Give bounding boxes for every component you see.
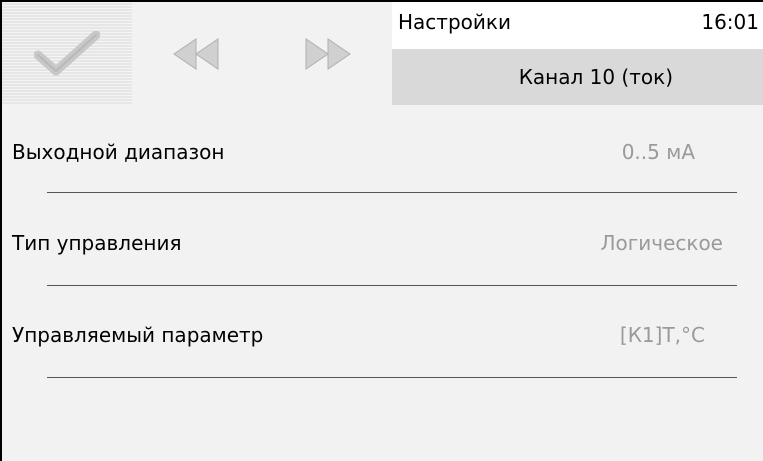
confirm-button[interactable] [2,2,132,105]
channel-subtitle: Канал 10 (ток) [392,49,763,105]
previous-button[interactable] [132,2,262,105]
clock: 16:01 [701,10,759,34]
settings-screen: Настройки 16:01 Канал 10 (ток) Выходной … [0,0,763,461]
setting-value-output-range[interactable]: 0..5 мА [622,140,695,164]
rewind-icon [173,37,219,70]
divider [47,377,737,378]
divider [47,285,737,286]
header-top: Настройки 16:01 [392,2,763,49]
divider [47,192,737,193]
setting-label-controlled-parameter[interactable]: Управляемый параметр [12,323,263,347]
header-panel: Настройки 16:01 Канал 10 (ток) [392,2,763,105]
next-button[interactable] [262,2,392,105]
page-title: Настройки [398,10,511,34]
setting-value-control-type[interactable]: Логическое [600,231,723,255]
setting-value-controlled-parameter[interactable]: [К1]Т,°C [620,323,705,347]
setting-label-output-range[interactable]: Выходной диапазон [12,140,224,164]
setting-label-control-type[interactable]: Тип управления [12,231,182,255]
checkmark-icon [34,30,100,75]
fast-forward-icon [305,37,351,70]
toolbar [2,2,392,105]
